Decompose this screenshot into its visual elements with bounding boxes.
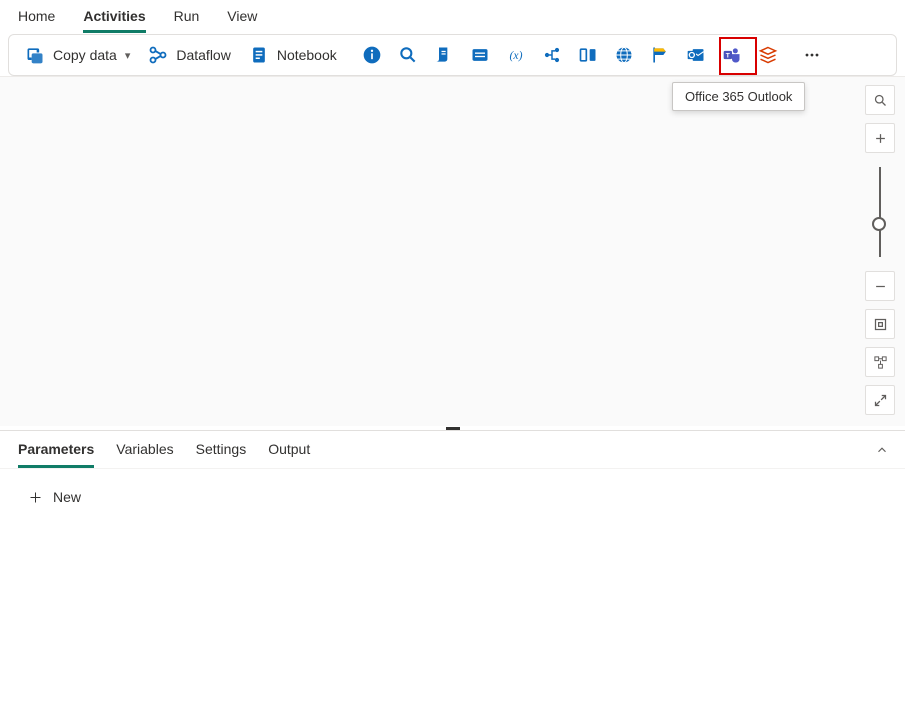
script-activity-button[interactable] (427, 39, 461, 71)
zoom-out-button[interactable] (865, 271, 895, 301)
tab-view[interactable]: View (227, 8, 257, 30)
notebook-icon (249, 45, 269, 65)
tab-run[interactable]: Run (174, 8, 200, 30)
dataflow-label: Dataflow (176, 47, 230, 63)
tab-variables[interactable]: Variables (116, 441, 173, 465)
list-icon (470, 45, 490, 65)
top-tab-bar: Home Activities Run View (0, 0, 905, 34)
chevron-down-icon: ▾ (125, 49, 131, 62)
copy-data-label: Copy data (53, 47, 117, 63)
info-activity-button[interactable] (355, 39, 389, 71)
script-icon (434, 45, 454, 65)
canvas-search-button[interactable] (865, 85, 895, 115)
stack-icon (758, 45, 778, 65)
teams-icon: T (722, 45, 742, 65)
svg-text:(x): (x) (509, 49, 522, 62)
variable-icon: (x) (506, 45, 526, 65)
ellipsis-icon (802, 45, 822, 65)
zoom-in-button[interactable] (865, 123, 895, 153)
svg-text:T: T (726, 53, 730, 60)
lookup-activity-button[interactable] (391, 39, 425, 71)
properties-panel: Parameters Variables Settings Output New (0, 430, 905, 525)
zoom-fit-button[interactable] (865, 309, 895, 339)
keyvault-activity-button[interactable] (463, 39, 497, 71)
auto-align-button[interactable] (865, 347, 895, 377)
flag-icon (650, 45, 670, 65)
databricks-activity-button[interactable] (751, 39, 785, 71)
zoom-controls (865, 85, 895, 415)
pipeline-canvas[interactable] (0, 76, 905, 426)
copy-data-button[interactable]: Copy data ▾ (17, 39, 138, 71)
dataflow-button[interactable]: Dataflow (140, 39, 238, 71)
activities-toolbar: Copy data ▾ Dataflow Notebook (8, 34, 897, 76)
pipeline-icon (542, 45, 562, 65)
outlook-icon (686, 45, 706, 65)
invoke-icon (578, 45, 598, 65)
fullscreen-button[interactable] (865, 385, 895, 415)
new-parameter-label: New (53, 489, 81, 505)
copy-data-icon (25, 45, 45, 65)
tooltip-outlook: Office 365 Outlook (672, 82, 805, 111)
new-parameter-button[interactable]: New (22, 485, 87, 509)
zoom-slider-thumb[interactable] (872, 217, 886, 231)
pipeline-activity-button[interactable] (535, 39, 569, 71)
semantic-model-button[interactable] (643, 39, 677, 71)
outlook-activity-button[interactable] (679, 39, 713, 71)
tab-activities[interactable]: Activities (83, 8, 145, 33)
plus-icon (28, 490, 43, 505)
web-activity-button[interactable] (607, 39, 641, 71)
variable-activity-button[interactable]: (x) (499, 39, 533, 71)
notebook-button[interactable]: Notebook (241, 39, 345, 71)
notebook-label: Notebook (277, 47, 337, 63)
zoom-slider[interactable] (879, 167, 881, 257)
search-icon (398, 45, 418, 65)
dataflow-icon (148, 45, 168, 65)
properties-tab-bar: Parameters Variables Settings Output (0, 431, 905, 469)
collapse-panel-button[interactable] (875, 443, 889, 460)
invoke-activity-button[interactable] (571, 39, 605, 71)
globe-icon (614, 45, 634, 65)
more-activities-button[interactable] (795, 39, 829, 71)
tab-parameters[interactable]: Parameters (18, 441, 94, 468)
tab-home[interactable]: Home (18, 8, 55, 30)
tab-output[interactable]: Output (268, 441, 310, 465)
tab-settings[interactable]: Settings (196, 441, 247, 465)
teams-activity-button[interactable]: T (715, 39, 749, 71)
info-icon (362, 45, 382, 65)
